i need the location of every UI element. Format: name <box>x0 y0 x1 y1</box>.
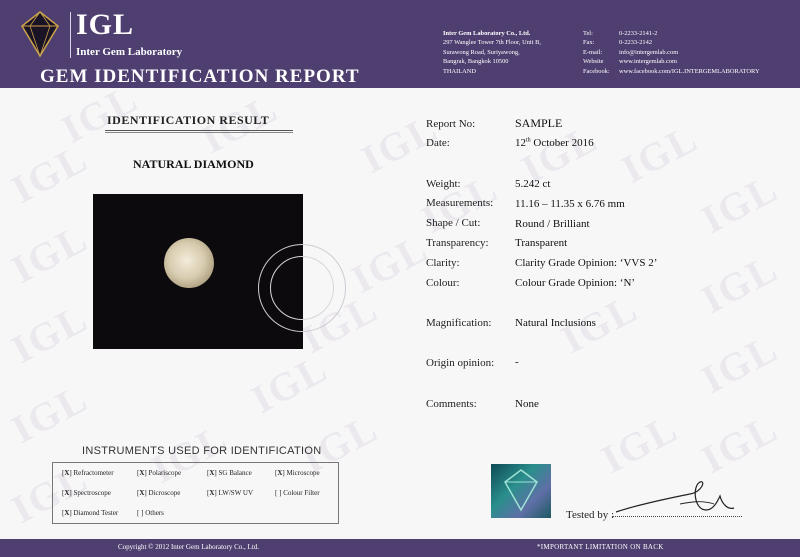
instrument-item: [ ] Others <box>137 509 164 517</box>
address-line: 297 Wanglee Tower 7th Floor, Unit B, <box>443 39 541 47</box>
logo-text: IGL <box>76 8 135 41</box>
instrument-item: [X] SG Balance <box>207 469 252 477</box>
contact-row-fax: Fax: 0-2233-2142 <box>583 38 760 47</box>
colour-value: Colour Grade Opinion: ‘N’ <box>515 277 636 289</box>
instruments-title: INSTRUMENTS USED FOR IDENTIFICATION <box>82 445 322 457</box>
report-page: IGL IGL IGL IGL IGL IGL IGL IGL IGL IGL IGL IGL IGL I… <box>0 0 800 557</box>
contact-row-email: E-mail: info@intergemlab.com <box>583 48 760 57</box>
contact-key: Facebook: <box>583 67 610 75</box>
magnification-value: Natural Inclusions <box>515 317 596 329</box>
diamond-image <box>164 238 214 288</box>
gem-logo-icon <box>21 11 59 58</box>
logo-subtitle: Inter Gem Laboratory <box>76 46 183 58</box>
watermark-text: IGL <box>694 165 786 242</box>
identification-result-title: IDENTIFICATION RESULT <box>107 113 270 127</box>
transparency-value: Transparent <box>515 237 568 249</box>
report-no-label: Report No: <box>426 118 476 130</box>
watermark-text: IGL <box>4 375 96 452</box>
watermark-text: IGL <box>4 295 96 372</box>
contact-key: Fax: <box>583 39 595 47</box>
date-value: 12th October 2016 <box>515 137 594 149</box>
watermark-text: IGL <box>614 115 706 192</box>
title-underline <box>105 130 293 131</box>
instrument-item: [X] Dicroscope <box>137 489 181 497</box>
limitation-note: *IMPORTANT LIMITATION ON BACK <box>537 543 664 551</box>
comments-label: Comments: <box>426 398 477 410</box>
instrument-item: [X] Spectroscope <box>62 489 111 497</box>
hologram-sticker <box>491 464 551 518</box>
contact-value[interactable]: info@intergemlab.com <box>619 48 678 57</box>
magnification-label: Magnification: <box>426 317 492 329</box>
contact-key: E-mail: <box>583 48 603 56</box>
company-contact: Tel: 0-2233-2141-2 Fax: 0-2233-2142 E-ma… <box>583 29 760 76</box>
contact-row-tel: Tel: 0-2233-2141-2 <box>583 29 760 38</box>
watermark-text: IGL <box>594 405 686 482</box>
company-address: Inter Gem Laboratory Co., Ltd. 297 Wangl… <box>443 29 541 76</box>
logo-divider <box>70 12 71 58</box>
weight-label: Weight: <box>426 178 461 190</box>
measurements-label: Measurements: <box>426 197 494 209</box>
comments-value: None <box>515 398 539 410</box>
copyright-text: Copyright © 2012 Inter Gem Laboratory Co… <box>118 543 260 551</box>
watermark-text: IGL <box>694 405 786 482</box>
instrument-item: [X] Polariscope <box>137 469 182 477</box>
contact-row-website: Website www.intergemlab.com <box>583 57 760 66</box>
report-title: GEM IDENTIFICATION REPORT <box>40 66 360 87</box>
instrument-item: [X] Diamond Tester <box>62 509 119 517</box>
address-line: Surawong Road, Suriyawong, <box>443 48 520 56</box>
contact-value: 0-2233-2141-2 <box>619 30 658 37</box>
contact-value: 0-2233-2142 <box>619 39 653 47</box>
report-no-value: SAMPLE <box>515 116 563 130</box>
transparency-label: Transparency: <box>426 237 489 249</box>
colour-label: Colour: <box>426 277 460 289</box>
report-header: IGL Inter Gem Laboratory GEM IDENTIFICAT… <box>0 0 800 88</box>
watermark-text: IGL <box>344 225 436 302</box>
contact-value[interactable]: www.intergemlab.com <box>619 57 677 66</box>
measurements-value: 11.16 – 11.35 x 6.76 mm <box>515 198 625 210</box>
watermark-text: IGL <box>694 325 786 402</box>
origin-label: Origin opinion: <box>426 357 495 369</box>
embossed-seal-inner <box>270 256 334 320</box>
weight-value: 5.242 ct <box>515 178 551 190</box>
clarity-label: Clarity: <box>426 257 460 269</box>
watermark-text: IGL <box>694 245 786 322</box>
tested-by-label: Tested by : <box>566 509 615 521</box>
watermark-text: IGL <box>244 345 336 422</box>
contact-key: Website <box>583 58 604 66</box>
contact-value[interactable]: www.facebook.com/IGL.INTERGEMLABORATORY <box>619 67 760 76</box>
date-label: Date: <box>426 137 450 149</box>
instrument-item: [X] LW/SW UV <box>207 489 254 497</box>
watermark-text: IGL <box>4 215 96 292</box>
company-name: Inter Gem Laboratory Co., Ltd. <box>443 30 531 37</box>
address-line: Bangrak, Bangkok 10500 <box>443 58 509 66</box>
instruments-box: [X] Refractometer [X] Polariscope [X] SG… <box>52 462 339 524</box>
shape-cut-value: Round / Brilliant <box>515 218 590 230</box>
title-underline <box>105 132 293 133</box>
watermark-text: IGL <box>4 135 96 212</box>
stone-name: NATURAL DIAMOND <box>133 157 254 171</box>
instrument-item: [ ] Colour Filter <box>275 489 320 497</box>
address-line: THAILAND <box>443 67 477 75</box>
hologram-gem-icon <box>504 469 538 512</box>
signature-icon <box>615 481 735 513</box>
instrument-item: [X] Refractometer <box>62 469 114 477</box>
contact-row-facebook: Facebook: www.facebook.com/IGL.INTERGEML… <box>583 67 760 76</box>
origin-value: - <box>515 356 519 368</box>
report-footer: Copyright © 2012 Inter Gem Laboratory Co… <box>0 539 800 557</box>
clarity-value: Clarity Grade Opinion: ‘VVS 2’ <box>515 257 658 269</box>
instrument-item: [X] Microscope <box>275 469 320 477</box>
contact-key: Tel: <box>583 30 593 37</box>
shape-cut-label: Shape / Cut: <box>426 217 481 229</box>
